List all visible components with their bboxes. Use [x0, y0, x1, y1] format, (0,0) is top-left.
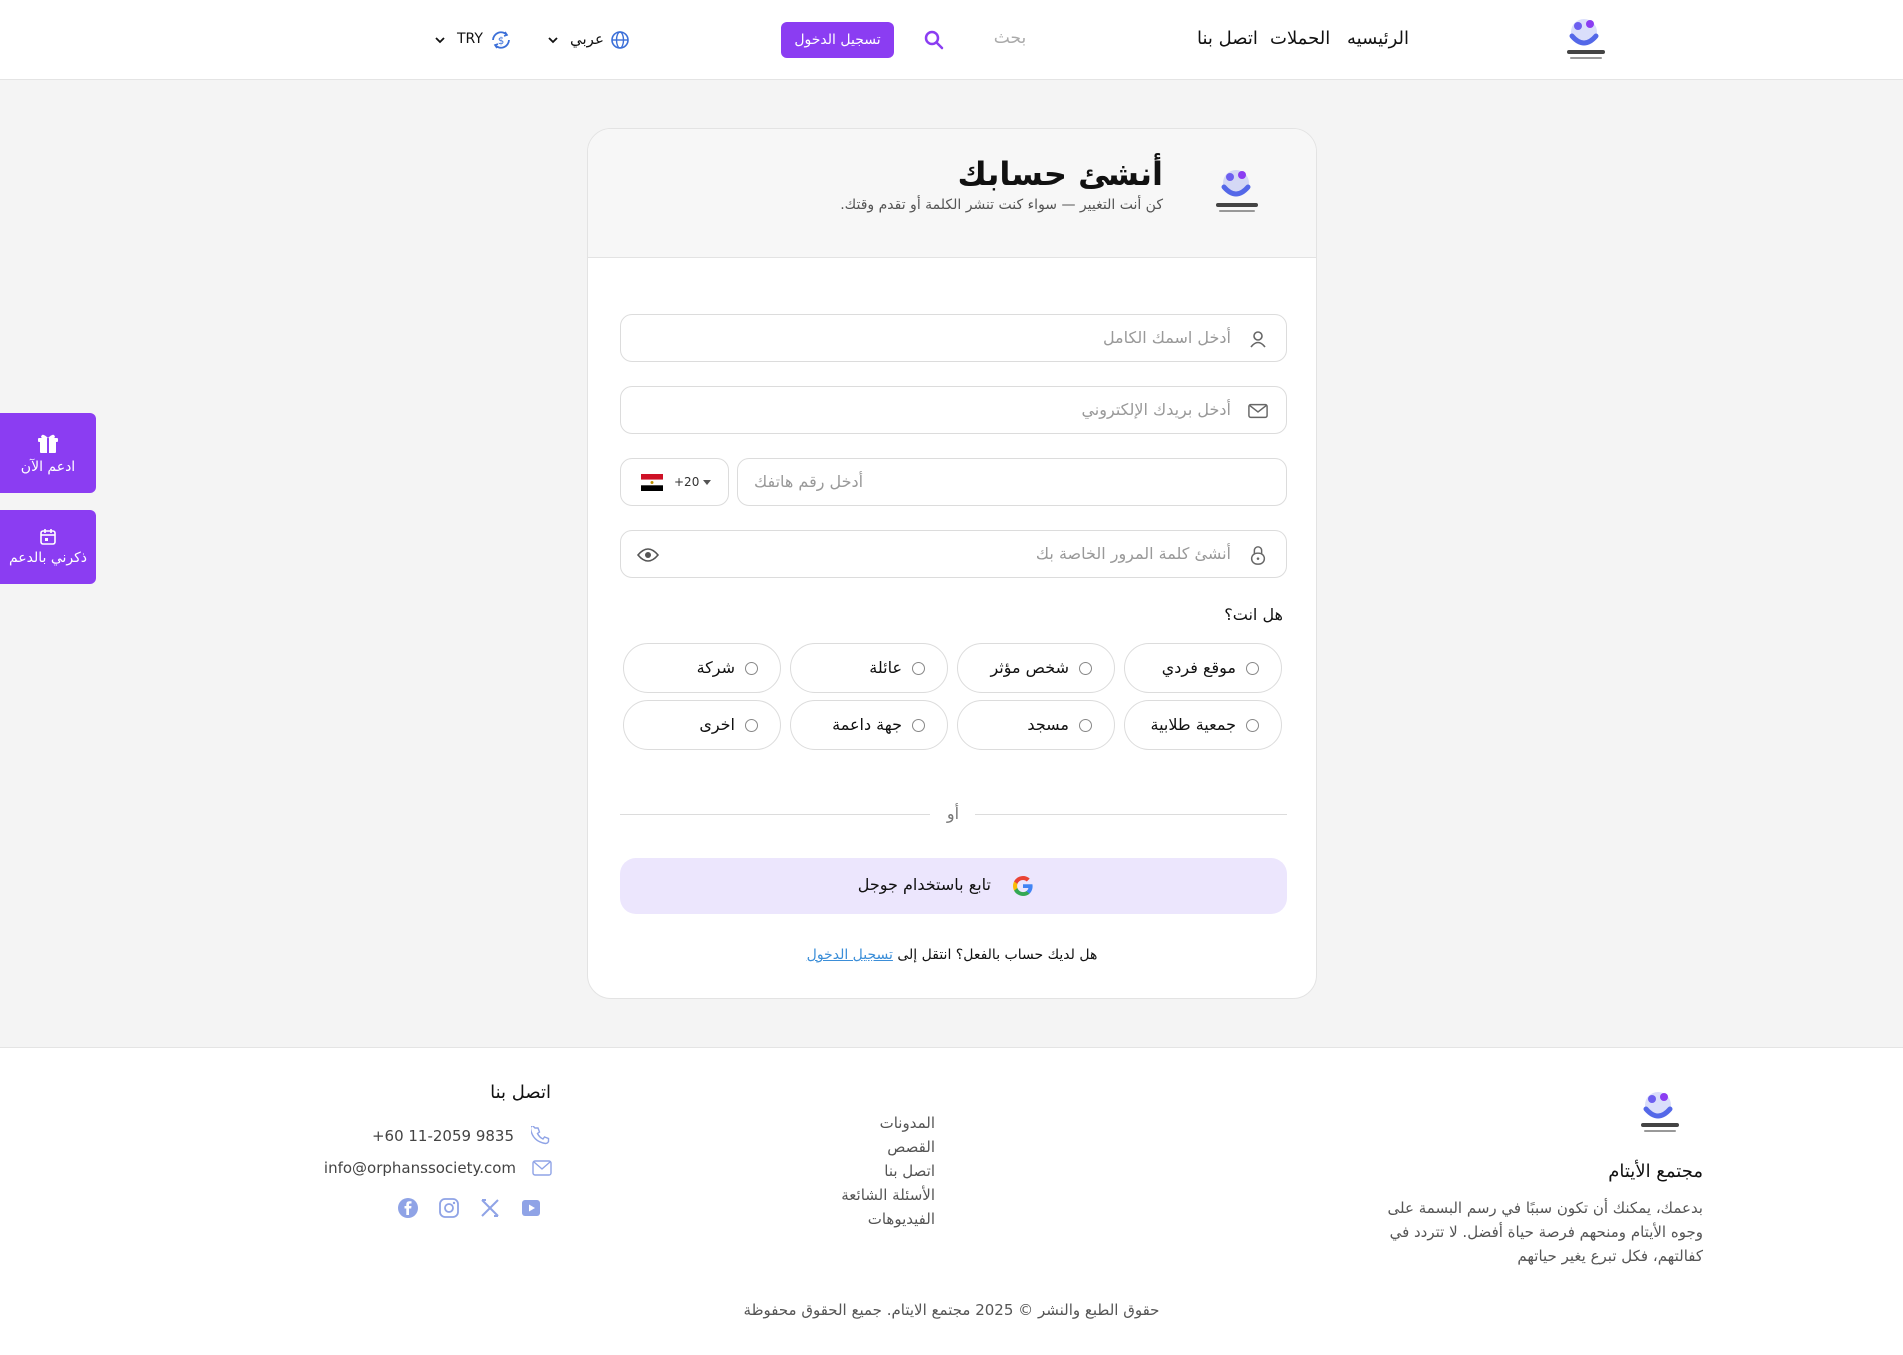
phone-icon — [531, 1126, 550, 1145]
remind-me-button[interactable]: ذكرني بالدعم — [0, 510, 96, 584]
option-label: شخص مؤثر — [990, 658, 1069, 677]
option-individual[interactable]: موقع فردي — [1124, 643, 1282, 693]
top-header: الرئيسيه الحملات اتصل بنا بحث تسجيل الدخ… — [0, 0, 1903, 80]
footer: مجتمع الأيتام بدعمك، يمكنك أن تكون سببًا… — [0, 1047, 1903, 1355]
google-icon — [1013, 876, 1033, 896]
option-label: موقع فردي — [1161, 658, 1236, 677]
option-label: جهة داعمة — [832, 715, 902, 734]
fullname-field[interactable]: أدخل اسمك الكامل — [620, 314, 1287, 362]
footer-link-blogs[interactable]: المدونات — [841, 1111, 935, 1135]
remind-me-label: ذكرني بالدعم — [8, 550, 88, 566]
phone-placeholder: أدخل رقم هاتفك — [754, 472, 864, 491]
footer-contact-title: اتصل بنا — [490, 1082, 551, 1103]
signup-card: أنشئ حسابك كن أنت التغيير — سواء كنت تنش… — [587, 128, 1317, 999]
google-signin-button[interactable]: تابع باستخدام جوجل — [620, 858, 1287, 914]
chevron-down-icon[interactable] — [546, 33, 560, 47]
currency-icon[interactable]: $ — [489, 28, 513, 52]
currency-selector[interactable]: TRY — [457, 31, 483, 47]
login-button[interactable]: تسجيل الدخول — [781, 22, 894, 58]
radio-button[interactable] — [1079, 719, 1092, 732]
radio-button[interactable] — [912, 719, 925, 732]
have-account-text: هل لديك حساب بالفعل؟ انتقل إلى — [897, 947, 1098, 963]
radio-button[interactable] — [1079, 662, 1092, 675]
mail-icon — [532, 1160, 552, 1176]
email-placeholder: أدخل بريدك الإلكتروني — [1081, 400, 1231, 419]
phone-field[interactable]: أدخل رقم هاتفك — [737, 458, 1287, 506]
card-header: أنشئ حسابك كن أنت التغيير — سواء كنت تنش… — [588, 129, 1316, 258]
footer-link-contact[interactable]: اتصل بنا — [841, 1159, 935, 1183]
option-family[interactable]: عائلة — [790, 643, 948, 693]
password-field[interactable]: أنشئ كلمة المرور الخاصة بك — [620, 530, 1287, 578]
nav-home[interactable]: الرئيسيه — [1347, 28, 1409, 49]
lock-icon — [1250, 546, 1266, 565]
caret-down-icon — [703, 480, 711, 485]
google-signin-label: تابع باستخدام جوجل — [857, 875, 991, 894]
instagram-icon[interactable] — [438, 1197, 460, 1219]
have-account-row: هل لديك حساب بالفعل؟ انتقل إلى تسجيل الد… — [588, 947, 1316, 963]
youtube-icon[interactable] — [520, 1197, 542, 1219]
radio-button[interactable] — [912, 662, 925, 675]
radio-button[interactable] — [745, 662, 758, 675]
option-other[interactable]: اخرى — [623, 700, 781, 750]
page-title: أنشئ حسابك — [957, 155, 1163, 193]
footer-links: المدونات القصص اتصل بنا الأسئلة الشائعة … — [841, 1111, 935, 1231]
page-subtitle: كن أنت التغيير — سواء كنت تنشر الكلمة أو… — [840, 197, 1163, 213]
option-mosque[interactable]: مسجد — [957, 700, 1115, 750]
option-label: عائلة — [869, 658, 902, 677]
x-icon[interactable] — [479, 1197, 501, 1219]
egypt-flag-icon — [641, 474, 663, 491]
logo-icon — [1216, 170, 1258, 212]
or-divider-label: أو — [946, 804, 960, 823]
country-code-selector[interactable]: +20 — [620, 458, 729, 506]
option-influencer[interactable]: شخص مؤثر — [957, 643, 1115, 693]
footer-description: بدعمك، يمكنك أن تكون سببًا في رسم البسمة… — [1387, 1199, 1703, 1265]
support-now-label: ادعم الآن — [20, 459, 76, 475]
option-label: مسجد — [1027, 715, 1069, 734]
chevron-down-icon[interactable] — [433, 33, 447, 47]
support-now-button[interactable]: ادعم الآن — [0, 413, 96, 493]
radio-button[interactable] — [745, 719, 758, 732]
option-supporter[interactable]: جهة داعمة — [790, 700, 948, 750]
footer-link-stories[interactable]: القصص — [841, 1135, 935, 1159]
footer-phone[interactable]: +60 11-2059 9835 — [372, 1127, 514, 1145]
option-student-association[interactable]: جمعية طلابية — [1124, 700, 1282, 750]
search-input[interactable]: بحث — [960, 28, 1060, 48]
calendar-icon — [40, 529, 56, 545]
radio-button[interactable] — [1246, 719, 1259, 732]
email-field[interactable]: أدخل بريدك الإلكتروني — [620, 386, 1287, 434]
copyright: حقوق الطبع والنشر © 2025 مجتمع الايتام. … — [743, 1301, 1160, 1319]
eye-icon[interactable] — [637, 545, 659, 565]
logo-icon[interactable] — [1632, 1085, 1688, 1141]
svg-text:$: $ — [498, 36, 504, 47]
language-selector[interactable]: عربي — [570, 30, 604, 48]
search-icon[interactable] — [924, 30, 944, 50]
globe-icon[interactable] — [610, 30, 630, 50]
option-label: شركة — [696, 658, 735, 677]
gift-icon — [38, 434, 58, 453]
login-link[interactable]: تسجيل الدخول — [807, 947, 893, 963]
user-icon — [1250, 331, 1266, 348]
option-label: جمعية طلابية — [1150, 715, 1237, 734]
user-type-question: هل انت؟ — [1224, 605, 1283, 624]
footer-link-videos[interactable]: الفيديوهات — [841, 1207, 935, 1231]
footer-link-faq[interactable]: الأسئلة الشائعة — [841, 1183, 935, 1207]
nav-campaigns[interactable]: الحملات — [1270, 28, 1330, 49]
divider — [620, 814, 930, 815]
password-placeholder: أنشئ كلمة المرور الخاصة بك — [1035, 544, 1231, 563]
mail-icon — [1248, 403, 1268, 419]
option-company[interactable]: شركة — [623, 643, 781, 693]
logo-icon[interactable] — [1558, 12, 1614, 68]
divider — [975, 814, 1287, 815]
nav-contact[interactable]: اتصل بنا — [1197, 28, 1258, 49]
country-code: +20 — [674, 475, 700, 489]
radio-button[interactable] — [1246, 662, 1259, 675]
footer-brand: مجتمع الأيتام — [1608, 1161, 1703, 1182]
facebook-icon[interactable] — [397, 1197, 419, 1219]
footer-email[interactable]: info@orphanssociety.com — [324, 1159, 516, 1177]
option-label: اخرى — [699, 715, 735, 734]
fullname-placeholder: أدخل اسمك الكامل — [1102, 328, 1231, 347]
